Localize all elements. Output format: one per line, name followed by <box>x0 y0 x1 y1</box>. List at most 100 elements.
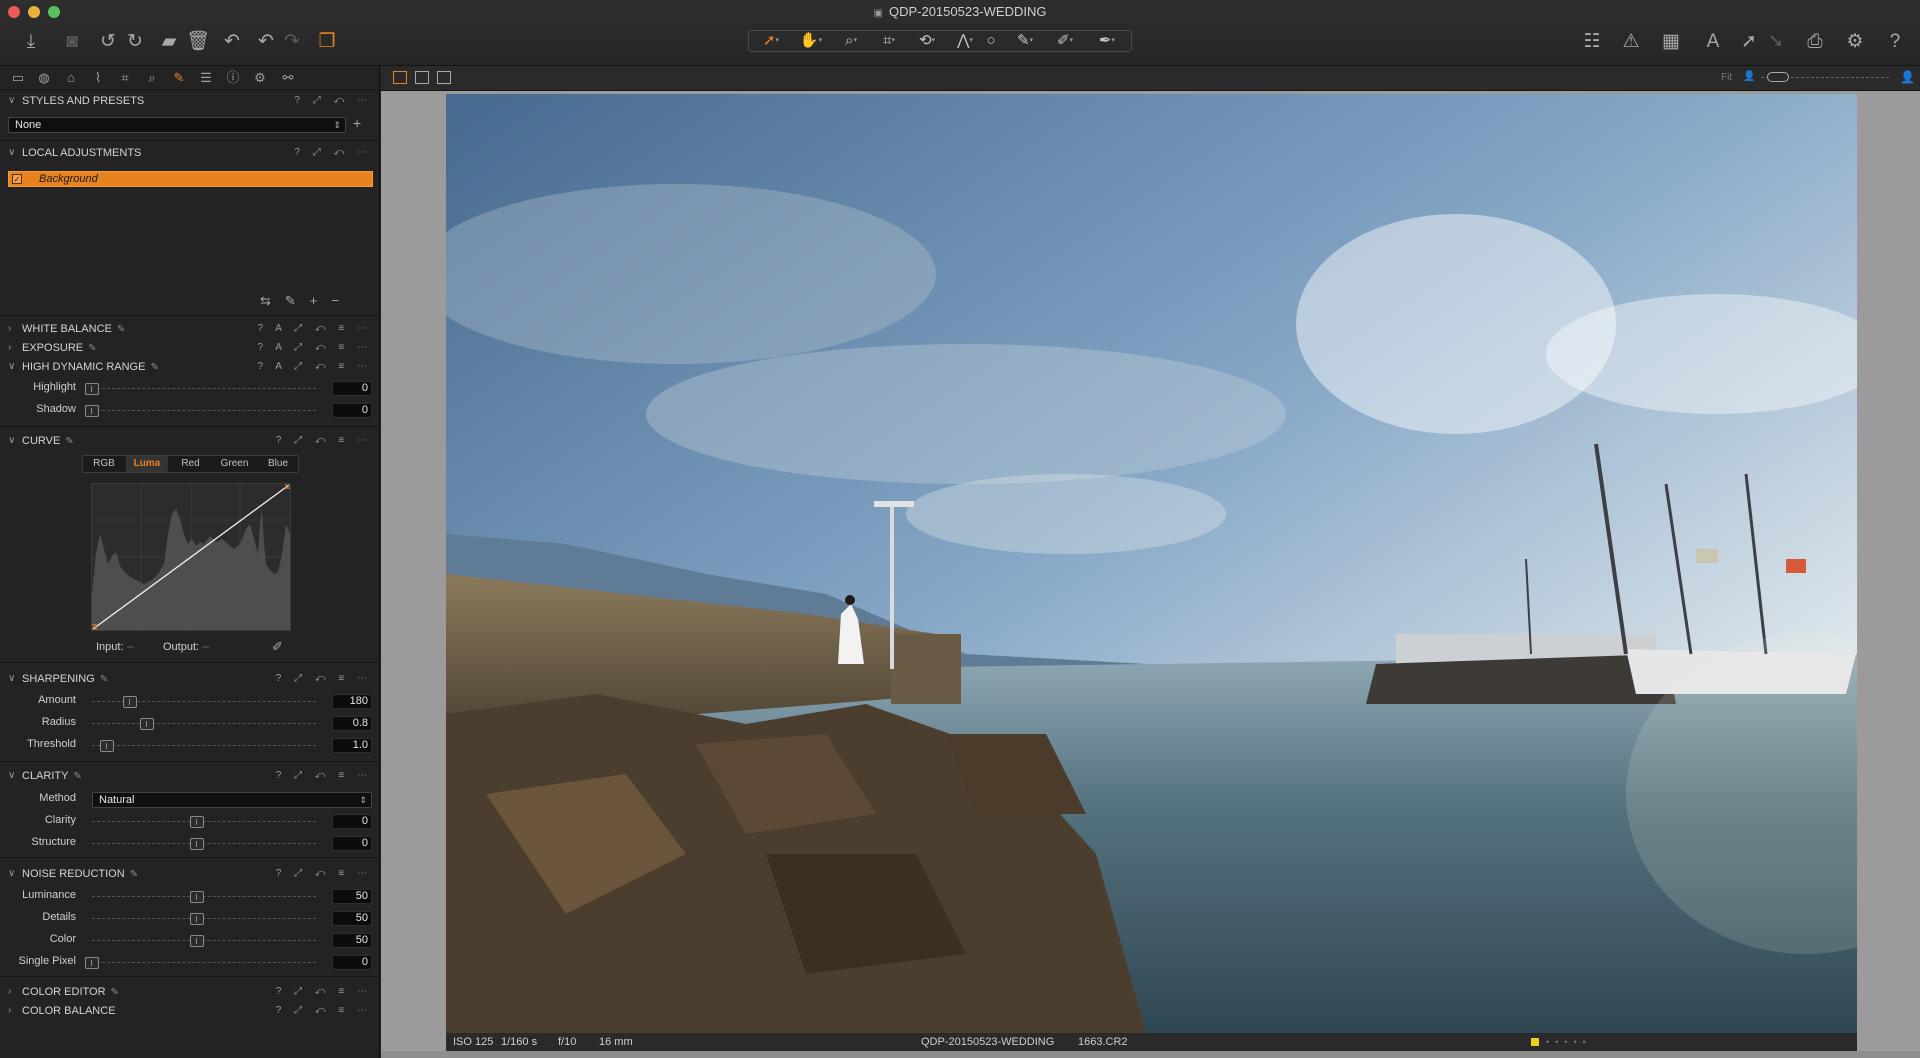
curve-picker-icon[interactable]: ✐ <box>272 639 283 655</box>
slider-handle[interactable] <box>190 891 204 903</box>
camera-icon[interactable]: ◙ <box>60 30 84 54</box>
slider-track[interactable] <box>92 745 316 746</box>
chevron-down-icon[interactable]: ∨ <box>8 144 18 162</box>
image-viewer[interactable]: Fit 👤 👤 ISO 125 1/160 s f/10 16 mm QDP-2… <box>381 66 1920 1058</box>
pointer-tool[interactable]: ➚▾ <box>751 31 791 51</box>
chevron-right-icon[interactable]: › <box>8 983 18 1001</box>
slider-value-input[interactable]: 180 <box>332 694 372 709</box>
export-icon[interactable]: ➚ <box>1737 30 1761 54</box>
loupe-tool[interactable]: ⌕▾ <box>831 31 871 51</box>
filmstrip-icon[interactable] <box>437 71 451 84</box>
tab-library[interactable]: ▭ <box>8 69 28 87</box>
section-controls[interactable]: ? ⤢ ↶ ≡ ⋯ <box>276 1002 372 1020</box>
tab-composition[interactable]: ⌗ <box>115 69 135 87</box>
slider-value-input[interactable]: 0.8 <box>332 716 372 731</box>
section-color-balance[interactable]: › COLOR BALANCE ? ⤢ ↶ ≡ ⋯ <box>0 1002 380 1020</box>
warning-icon[interactable]: ⚠ <box>1619 30 1643 54</box>
section-controls[interactable]: ? ⤢ ↶ ≡ ⋯ <box>276 670 372 688</box>
layer-background[interactable]: ✓ Background <box>8 171 373 187</box>
slider-value-input[interactable]: 50 <box>332 911 372 926</box>
crop-tool[interactable]: ⌗▾ <box>869 31 909 51</box>
tab-exposure[interactable]: ⌂ <box>61 69 81 87</box>
picker-tool[interactable]: ✐▾ <box>1045 31 1085 51</box>
section-hdr[interactable]: ∨ HIGH DYNAMIC RANGE ✎ ? A ⤢ ↶ ≡ ⋯ <box>0 358 380 376</box>
slider-track[interactable] <box>92 962 316 963</box>
trash-icon[interactable]: 🗑 <box>186 30 210 54</box>
layer-checkbox[interactable]: ✓ <box>12 174 22 184</box>
section-controls[interactable]: ? ⤢ ↶ ⋯ <box>294 92 372 110</box>
preset-select[interactable]: None ⇕ <box>8 117 346 133</box>
layout-icon[interactable]: ☷ <box>1580 30 1604 54</box>
tab-metadata[interactable]: ⓘ <box>223 69 243 87</box>
pan-tool[interactable]: ✋▾ <box>791 31 831 51</box>
import-icon[interactable]: ⤓ <box>19 30 43 54</box>
slider-track[interactable] <box>92 843 316 844</box>
rating-dots[interactable]: ••••• <box>1546 1033 1592 1051</box>
chevron-down-icon[interactable]: ∨ <box>8 767 18 785</box>
section-controls[interactable]: ? A ⤢ ↶ ≡ ⋯ <box>257 339 372 357</box>
slider-value-input[interactable]: 50 <box>332 889 372 904</box>
section-controls[interactable]: ? ⤢ ↶ ≡ ⋯ <box>276 983 372 1001</box>
slider-value-input[interactable]: 0 <box>332 403 372 418</box>
curve-tab-luma[interactable]: Luma <box>126 456 168 472</box>
print-icon[interactable]: ⎙ <box>1803 30 1827 54</box>
slider-handle[interactable] <box>122 696 137 708</box>
slider-value-input[interactable]: 0 <box>332 955 372 970</box>
single-view-icon[interactable] <box>415 71 429 84</box>
chevron-right-icon[interactable]: › <box>8 339 18 357</box>
slider-handle[interactable] <box>190 913 204 925</box>
section-color-editor[interactable]: › COLOR EDITOR ✎ ? ⤢ ↶ ≡ ⋯ <box>0 983 380 1001</box>
chevron-down-icon[interactable]: ∨ <box>8 92 18 110</box>
slider-value-input[interactable]: 50 <box>332 933 372 948</box>
rotate-left-icon[interactable]: ↺ <box>96 30 120 54</box>
chevron-right-icon[interactable]: › <box>8 1002 18 1020</box>
slider-handle[interactable] <box>190 838 204 850</box>
section-controls[interactable]: ? A ⤢ ↶ ≡ ⋯ <box>257 358 372 376</box>
rotate-right-icon[interactable]: ↻ <box>123 30 147 54</box>
section-clarity[interactable]: ∨ CLARITY ✎ ? ⤢ ↶ ≡ ⋯ <box>0 767 380 785</box>
slider-handle[interactable] <box>190 816 204 828</box>
slider-track[interactable] <box>92 410 316 411</box>
slider-handle[interactable] <box>139 718 154 730</box>
slider-value-input[interactable]: 1.0 <box>332 738 372 753</box>
spot-removal-tool[interactable]: ○ <box>977 31 1005 51</box>
tab-color[interactable]: ◍ <box>34 69 54 87</box>
tab-details[interactable]: ⌕ <box>142 69 162 87</box>
zoom-slider-knob[interactable] <box>1767 72 1789 82</box>
tab-lens[interactable]: ⌇ <box>88 69 108 87</box>
section-controls[interactable]: ? ⤢ ↶ ⋯ <box>294 144 372 162</box>
slider-handle[interactable] <box>85 383 99 395</box>
curve-tab-red[interactable]: Red <box>169 456 212 472</box>
section-controls[interactable]: ? A ⤢ ↶ ≡ ⋯ <box>257 320 372 338</box>
section-white-balance[interactable]: › WHITE BALANCE ✎ ? A ⤢ ↶ ≡ ⋯ <box>0 320 380 338</box>
slider-value-input[interactable]: 0 <box>332 814 372 829</box>
slider-handle[interactable] <box>85 405 99 417</box>
add-preset-icon[interactable]: + <box>353 115 361 131</box>
slider-track[interactable] <box>92 896 316 897</box>
tab-batch[interactable]: ⚯ <box>278 69 298 87</box>
slider-track[interactable] <box>92 723 316 724</box>
section-curve[interactable]: ∨ CURVE ✎ ? ⤢ ↶ ≡ ⋯ <box>0 432 380 450</box>
brush-tool[interactable]: ✎▾ <box>1005 31 1045 51</box>
color-tag-icon[interactable] <box>1531 1038 1539 1046</box>
slider-track[interactable] <box>92 940 316 941</box>
grid-icon[interactable]: ▦ <box>1659 30 1683 54</box>
stack-icon[interactable]: ❐ <box>315 30 339 54</box>
settings-icon[interactable]: ⚙ <box>1843 30 1867 54</box>
import-export-icon[interactable]: ➘ <box>1764 30 1788 54</box>
help-icon[interactable]: ? <box>1883 30 1907 54</box>
text-overlay-icon[interactable]: A <box>1701 30 1725 54</box>
slider-track[interactable] <box>92 388 316 389</box>
slider-track[interactable] <box>92 821 316 822</box>
slider-handle[interactable] <box>85 957 99 969</box>
section-styles-presets[interactable]: ∨ STYLES AND PRESETS ? ⤢ ↶ ⋯ <box>0 92 380 110</box>
curve-graph[interactable] <box>89 481 293 632</box>
curve-tab-green[interactable]: Green <box>213 456 256 472</box>
curve-tab-blue[interactable]: Blue <box>257 456 299 472</box>
chevron-down-icon[interactable]: ∨ <box>8 358 18 376</box>
chevron-down-icon[interactable]: ∨ <box>8 670 18 688</box>
section-exposure[interactable]: › EXPOSURE ✎ ? A ⤢ ↶ ≡ ⋯ <box>0 339 380 357</box>
chevron-down-icon[interactable]: ∨ <box>8 432 18 450</box>
chevron-right-icon[interactable]: › <box>8 320 18 338</box>
section-sharpening[interactable]: ∨ SHARPENING ✎ ? ⤢ ↶ ≡ ⋯ <box>0 670 380 688</box>
